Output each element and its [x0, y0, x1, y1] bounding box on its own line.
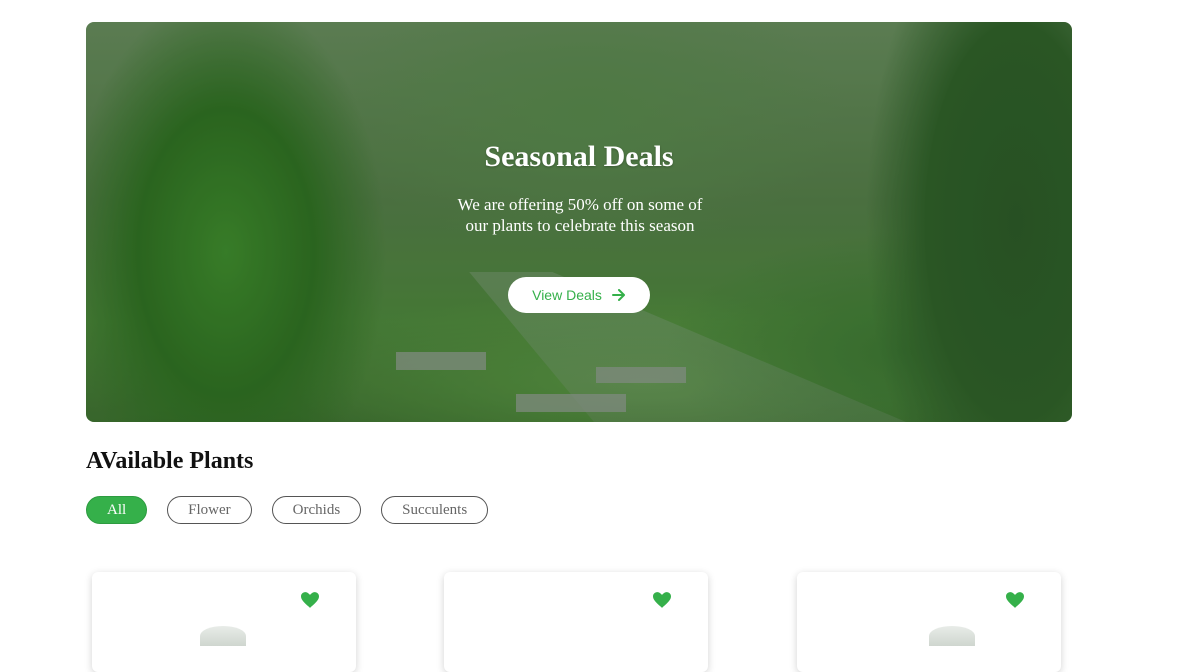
banner-title: Seasonal Deals: [484, 140, 674, 173]
filter-orchids-chip[interactable]: Orchids: [271, 496, 362, 524]
arrow-right-icon: [611, 289, 625, 301]
plant-card[interactable]: [444, 572, 708, 672]
filter-all-chip[interactable]: All: [86, 496, 148, 524]
filter-succulents-chip[interactable]: Succulents: [381, 496, 489, 524]
heart-icon[interactable]: [301, 592, 319, 608]
filter-flower-chip[interactable]: Flower: [167, 496, 252, 524]
available-plants-title: AVailable Plants: [86, 448, 254, 474]
plant-card[interactable]: [92, 572, 356, 672]
view-deals-label: View Deals: [532, 287, 602, 303]
view-deals-button[interactable]: View Deals: [508, 277, 650, 313]
heart-icon[interactable]: [1006, 592, 1024, 608]
banner-subtitle: We are offering 50% off on some of our p…: [457, 195, 703, 235]
plant-card[interactable]: [797, 572, 1061, 672]
heart-icon[interactable]: [653, 592, 671, 608]
seasonal-deals-banner: Seasonal Deals We are offering 50% off o…: [86, 22, 1072, 422]
plant-image: [929, 626, 975, 646]
plant-image: [200, 626, 246, 646]
category-filters: All Flower Orchids Succulents: [86, 496, 489, 524]
